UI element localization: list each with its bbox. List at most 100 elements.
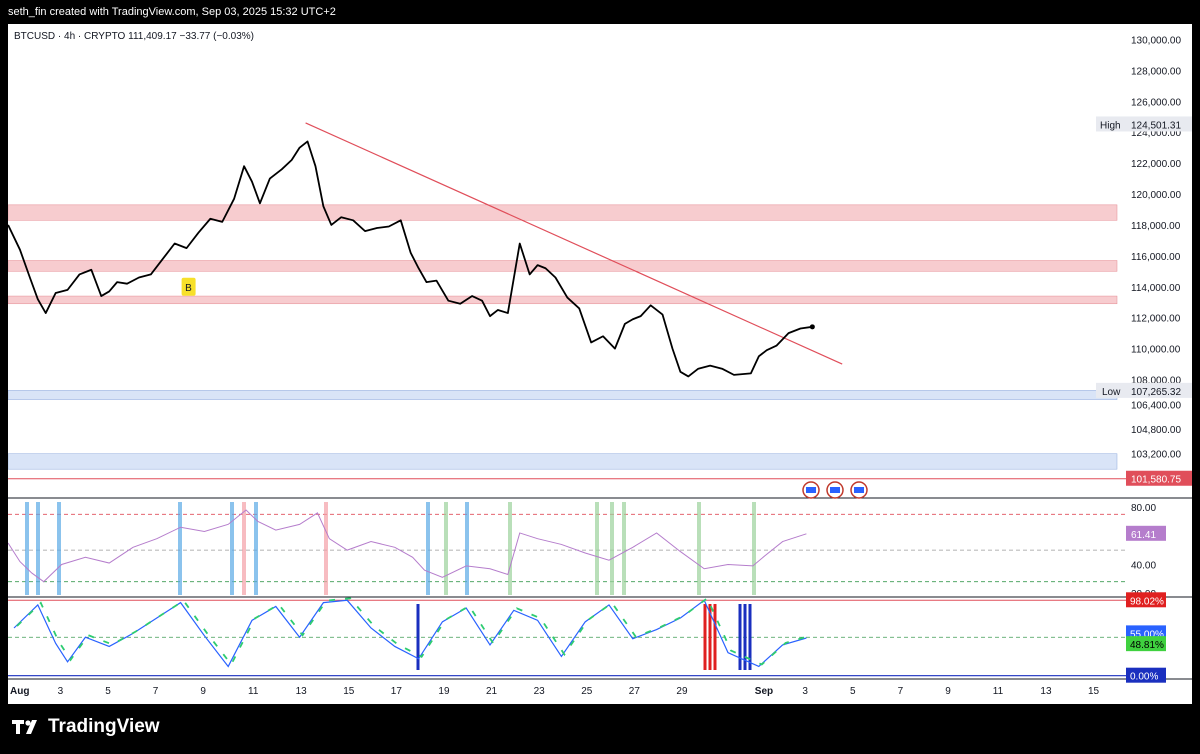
chart-svg[interactable]: BTCUSD · 4h · CRYPTO 111,409.17 −33.77 (…: [7, 24, 1192, 704]
price-tick-label: 112,000.00: [1131, 314, 1181, 325]
rsi-tick-label: 40.00: [1131, 560, 1156, 571]
rsi-value-label: 61.41: [1131, 530, 1156, 541]
time-axis: Aug 3 5 7 9 11 13 15 17 19 21 23 25 27 29 Sep 3 5 7 9 11 13 15: [10, 686, 1100, 697]
stoch-value-label: 98.02%: [1130, 596, 1164, 607]
buy-signal-label: B: [185, 283, 192, 294]
time-tick-label: 15: [343, 686, 355, 697]
rsi-signal-bar: [230, 502, 234, 595]
time-tick-label: 11: [993, 686, 1004, 697]
rsi-signal-bar: [444, 502, 448, 595]
attribution-bar: seth_fin created with TradingView.com, S…: [0, 0, 1200, 24]
bottom-bar: [0, 704, 1200, 754]
low-value: 107,265.32: [1131, 387, 1181, 398]
time-tick-label: 13: [296, 686, 308, 697]
time-tick-label: 3: [802, 686, 808, 697]
price-tick-label: 118,000.00: [1131, 221, 1181, 232]
time-tick-label: 3: [58, 686, 64, 697]
price-tick-label: 114,000.00: [1131, 283, 1181, 294]
price-tick-label: 130,000.00: [1131, 35, 1181, 46]
price-tick-label: 110,000.00: [1131, 345, 1181, 356]
time-tick-label: 21: [486, 686, 498, 697]
tradingview-logo-icon: [12, 720, 37, 734]
us-flag-event-icon: [854, 487, 864, 493]
price-tick-label: 120,000.00: [1131, 190, 1181, 201]
rsi-signal-bar: [622, 502, 626, 595]
resistance-zone: [7, 204, 1118, 221]
rsi-signal-bar: [610, 502, 614, 595]
brand-name: TradingView: [48, 716, 160, 737]
time-tick-label: 27: [629, 686, 641, 697]
rsi-signal-bar: [426, 502, 430, 595]
time-tick-label: 7: [898, 686, 904, 697]
rsi-line: [7, 509, 807, 583]
stoch-signal-bar: [416, 604, 420, 670]
rsi-tick-label: 80.00: [1131, 503, 1156, 514]
rsi-signal-bar: [697, 502, 701, 595]
time-tick-label: 19: [438, 686, 450, 697]
legend-line: BTCUSD · 4h · CRYPTO 111,409.17 −33.77 (…: [14, 31, 254, 42]
svg-text:BTCUSD · 4h · CRYPTO 111,409.: BTCUSD · 4h · CRYPTO 111,409.17 −33.77 (…: [14, 31, 254, 42]
price-level-value: 101,580.75: [1131, 475, 1181, 486]
rsi-signal-bar: [36, 502, 40, 595]
price-tick-label: 103,200.00: [1131, 450, 1181, 461]
us-flag-event-icon: [806, 487, 816, 493]
rsi-signal-bar: [324, 502, 328, 595]
price-tick-label: 116,000.00: [1131, 252, 1181, 263]
time-tick-label: Aug: [10, 686, 29, 697]
stoch-value-label: 0.00%: [1130, 672, 1158, 683]
rsi-signal-bar: [178, 502, 182, 595]
time-tick-label: 9: [200, 686, 206, 697]
time-tick-label: 5: [105, 686, 111, 697]
time-tick-label: 29: [676, 686, 688, 697]
time-tick-label: 13: [1040, 686, 1052, 697]
price-tick-label: 128,000.00: [1131, 66, 1181, 77]
time-tick-label: 17: [391, 686, 403, 697]
price-tick-label: 104,800.00: [1131, 425, 1181, 436]
legend-last-price: 111,409.17: [128, 31, 177, 42]
last-price-dot: [809, 324, 815, 330]
legend-change: −33.77 (−0.03%): [179, 31, 254, 42]
rsi-signal-bar: [25, 502, 29, 595]
time-tick-label: 25: [581, 686, 593, 697]
rsi-signal-bar: [254, 502, 258, 595]
rsi-signal-bar: [242, 502, 246, 595]
time-tick-label: 11: [248, 686, 259, 697]
price-tick-label: 122,000.00: [1131, 159, 1181, 170]
legend-interval: 4h: [64, 31, 75, 42]
stoch-signal-bar: [703, 604, 707, 670]
tradingview-logo[interactable]: TradingView: [12, 716, 160, 738]
stoch-signal-bar: [738, 604, 742, 670]
time-tick-label: Sep: [755, 686, 773, 697]
high-label: High: [1100, 120, 1121, 131]
support-zone: [7, 390, 1118, 400]
resistance-zone: [7, 295, 1118, 305]
stoch-signal-bar: [748, 604, 752, 670]
time-tick-label: 23: [534, 686, 546, 697]
stoch-fast-line: [16, 596, 810, 667]
legend-exchange: CRYPTO: [84, 31, 126, 42]
time-tick-label: 7: [153, 686, 159, 697]
rsi-signal-bar: [465, 502, 469, 595]
chart-area[interactable]: BTCUSD · 4h · CRYPTO 111,409.17 −33.77 (…: [7, 24, 1192, 704]
time-tick-label: 5: [850, 686, 856, 697]
price-tick-label: 106,400.00: [1131, 400, 1181, 411]
rsi-signal-bar: [595, 502, 599, 595]
trendline: [305, 122, 843, 365]
us-flag-event-icon: [830, 487, 840, 493]
legend-symbol: BTCUSD: [14, 31, 55, 42]
rsi-signal-bar: [508, 502, 512, 595]
stoch-value-label: 48.81%: [1130, 640, 1164, 651]
rsi-signal-bar: [752, 502, 756, 595]
high-value: 124,501.31: [1131, 120, 1181, 131]
price-line: [7, 140, 813, 378]
time-tick-label: 15: [1088, 686, 1100, 697]
support-zone: [7, 453, 1118, 470]
rsi-pane: 80.0040.0020.0061.41: [7, 502, 1166, 600]
attribution-text: seth_fin created with TradingView.com, S…: [8, 6, 336, 18]
stoch-signal-bar: [713, 604, 717, 670]
low-label: Low: [1102, 387, 1121, 398]
rsi-signal-bar: [57, 502, 61, 595]
stoch-pane: 98.02%55.00%48.81%0.00%: [8, 592, 1166, 683]
price-tick-label: 126,000.00: [1131, 97, 1181, 108]
resistance-zone: [7, 260, 1118, 272]
